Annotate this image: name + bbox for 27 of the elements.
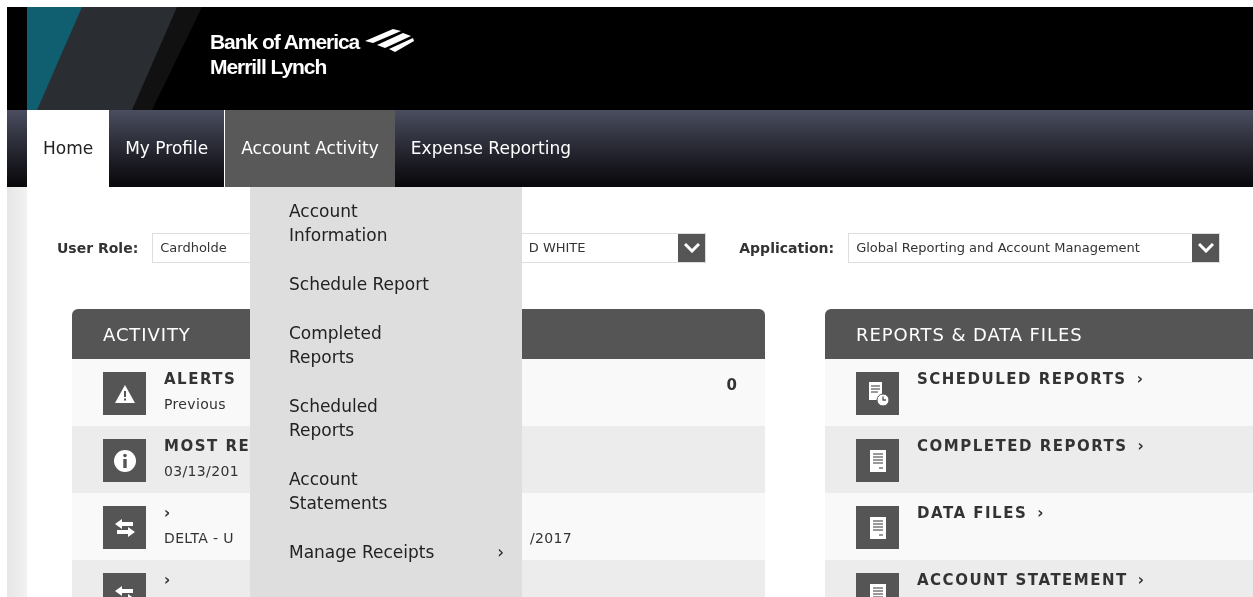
row-subtitle: DELTA - U xyxy=(164,528,234,548)
select-value: D WHITE xyxy=(528,239,586,258)
row-subtitle: Previous xyxy=(164,394,226,414)
row-title: › xyxy=(164,570,172,591)
row-subtitle: /2017 xyxy=(529,528,572,548)
field-label: Application: xyxy=(739,238,835,258)
row-title: DATA FILES xyxy=(917,503,1028,524)
row-arrow: › xyxy=(1136,369,1143,390)
row-arrow: › xyxy=(1137,570,1144,591)
row-title: ACCOUNT STATEMENT xyxy=(917,570,1128,591)
row-title: MOST RE xyxy=(164,436,251,457)
field-label: User Role: xyxy=(57,238,139,258)
row-subtitle: 03/13/201 xyxy=(164,461,239,481)
row-arrow: › xyxy=(1137,436,1144,457)
panel-title: ACTIVITY xyxy=(103,322,191,347)
row-title: ALERTS xyxy=(164,369,237,390)
select-value: Cardholde xyxy=(160,239,227,258)
panel-title: REPORTS & DATA FILES xyxy=(856,322,1083,347)
select-value: Global Reporting and Account Management xyxy=(856,239,1140,258)
alert-count: 0 xyxy=(726,375,737,396)
logo-text: Merrill Lynch xyxy=(210,54,328,79)
logo-text: Bank of America xyxy=(210,29,360,54)
row-title: SCHEDULED REPORTS xyxy=(917,369,1127,390)
submenu-arrow: › xyxy=(497,541,504,564)
row-title: COMPLETED REPORTS xyxy=(917,436,1128,457)
row-title: › xyxy=(164,503,172,524)
row-arrow: › xyxy=(1037,503,1044,524)
